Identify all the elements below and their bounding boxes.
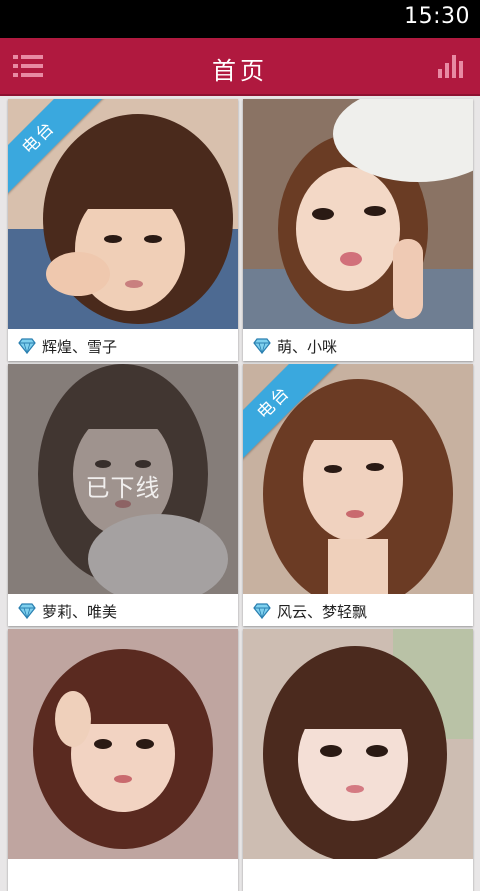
stats-button[interactable] <box>436 52 468 80</box>
card-name: 辉煌、雪子 <box>42 338 118 356</box>
profile-card[interactable] <box>243 629 473 891</box>
bar-chart-icon <box>438 55 463 78</box>
card-name: 风云、梦轻飘 <box>277 603 368 621</box>
profile-card[interactable]: 萌、小咪 <box>243 99 473 361</box>
profile-grid: 电台 辉煌、雪子 萌、小咪 已下线 萝莉、唯美 电台 风云、梦轻飘 <box>0 96 480 891</box>
profile-photo <box>243 99 473 329</box>
card-name: 萌、小咪 <box>277 338 338 356</box>
card-caption <box>8 861 238 891</box>
profile-photo <box>243 629 473 859</box>
card-name: 萝莉、唯美 <box>42 603 118 621</box>
offline-label: 已下线 <box>85 474 161 502</box>
status-time: 15:30 <box>404 4 470 29</box>
card-caption: 萝莉、唯美 <box>8 596 238 626</box>
app-header: 首页 <box>0 38 480 96</box>
card-caption: 萌、小咪 <box>243 331 473 361</box>
card-caption <box>243 861 473 891</box>
offline-overlay: 已下线 <box>8 364 238 594</box>
profile-card[interactable]: 已下线 萝莉、唯美 <box>8 364 238 626</box>
card-caption: 风云、梦轻飘 <box>243 596 473 626</box>
profile-card[interactable] <box>8 629 238 891</box>
diamond-icon <box>253 603 271 619</box>
profile-photo <box>8 629 238 859</box>
diamond-icon <box>18 603 36 619</box>
profile-card[interactable]: 电台 风云、梦轻飘 <box>243 364 473 626</box>
card-caption: 辉煌、雪子 <box>8 331 238 361</box>
profile-card[interactable]: 电台 辉煌、雪子 <box>8 99 238 361</box>
diamond-icon <box>253 338 271 354</box>
diamond-icon <box>18 338 36 354</box>
page-title: 首页 <box>212 57 268 85</box>
status-bar: 15:30 <box>0 0 480 38</box>
